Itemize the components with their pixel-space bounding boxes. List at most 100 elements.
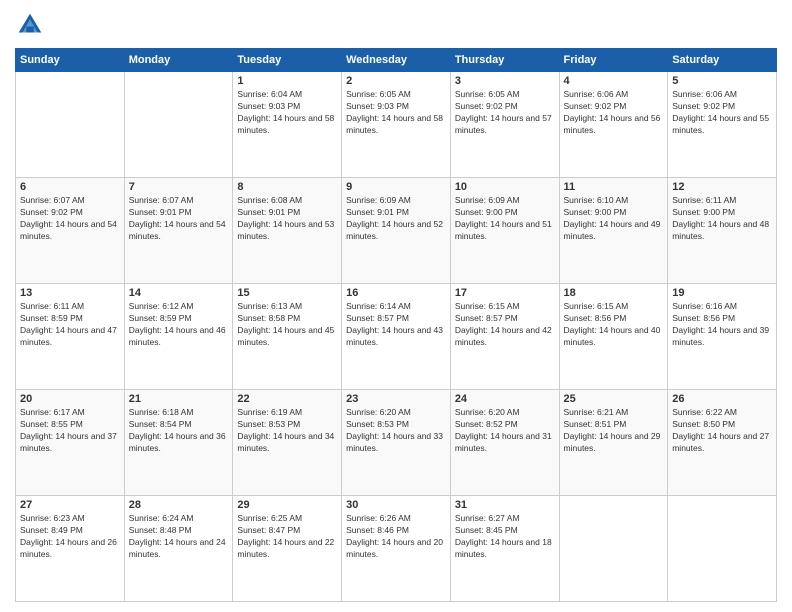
calendar-cell: 23 Sunrise: 6:20 AM Sunset: 8:53 PM Dayli… (342, 390, 451, 496)
calendar-cell: 25 Sunrise: 6:21 AM Sunset: 8:51 PM Dayli… (559, 390, 668, 496)
day-number: 15 (237, 287, 337, 299)
day-info: Sunrise: 6:21 AM Sunset: 8:51 PM Dayligh… (564, 407, 664, 455)
day-info: Sunrise: 6:16 AM Sunset: 8:56 PM Dayligh… (672, 301, 772, 349)
day-number: 22 (237, 393, 337, 405)
day-number: 11 (564, 181, 664, 193)
day-number: 6 (20, 181, 120, 193)
day-number: 17 (455, 287, 555, 299)
logo-icon (15, 10, 45, 40)
calendar-cell: 21 Sunrise: 6:18 AM Sunset: 8:54 PM Dayli… (124, 390, 233, 496)
calendar-cell: 4Sunrise: 6:06 AM Sunset: 9:02 PM Daylig… (559, 72, 668, 178)
calendar-header-row: SundayMondayTuesdayWednesdayThursdayFrid… (16, 49, 777, 72)
day-number: 7 (129, 181, 229, 193)
day-info: Sunrise: 6:08 AM Sunset: 9:01 PM Dayligh… (237, 195, 337, 243)
day-number: 8 (237, 181, 337, 193)
day-info: Sunrise: 6:15 AM Sunset: 8:57 PM Dayligh… (455, 301, 555, 349)
day-number: 12 (672, 181, 772, 193)
calendar-day-header: Monday (124, 49, 233, 72)
day-number: 20 (20, 393, 120, 405)
calendar-week-row: 13 Sunrise: 6:11 AM Sunset: 8:59 PM Dayli… (16, 284, 777, 390)
calendar-day-header: Thursday (450, 49, 559, 72)
calendar-day-header: Sunday (16, 49, 125, 72)
calendar-cell: 26 Sunrise: 6:22 AM Sunset: 8:50 PM Dayli… (668, 390, 777, 496)
day-number: 10 (455, 181, 555, 193)
day-info: Sunrise: 6:15 AM Sunset: 8:56 PM Dayligh… (564, 301, 664, 349)
day-info: Sunrise: 6:20 AM Sunset: 8:53 PM Dayligh… (346, 407, 446, 455)
day-number: 19 (672, 287, 772, 299)
calendar-cell: 18 Sunrise: 6:15 AM Sunset: 8:56 PM Dayli… (559, 284, 668, 390)
day-number: 29 (237, 499, 337, 511)
calendar-day-header: Wednesday (342, 49, 451, 72)
day-info: Sunrise: 6:11 AM Sunset: 9:00 PM Dayligh… (672, 195, 772, 243)
calendar-cell (559, 496, 668, 602)
calendar-cell: 16 Sunrise: 6:14 AM Sunset: 8:57 PM Dayli… (342, 284, 451, 390)
calendar-cell (124, 72, 233, 178)
day-info: Sunrise: 6:25 AM Sunset: 8:47 PM Dayligh… (237, 513, 337, 561)
day-info: Sunrise: 6:17 AM Sunset: 8:55 PM Dayligh… (20, 407, 120, 455)
calendar-cell: 11 Sunrise: 6:10 AM Sunset: 9:00 PM Dayli… (559, 178, 668, 284)
day-number: 1 (237, 75, 337, 87)
calendar-cell: 29 Sunrise: 6:25 AM Sunset: 8:47 PM Dayli… (233, 496, 342, 602)
day-info: Sunrise: 6:06 AM Sunset: 9:02 PM Dayligh… (672, 89, 772, 137)
calendar-week-row: 20 Sunrise: 6:17 AM Sunset: 8:55 PM Dayli… (16, 390, 777, 496)
day-info: Sunrise: 6:09 AM Sunset: 9:00 PM Dayligh… (455, 195, 555, 243)
day-info: Sunrise: 6:07 AM Sunset: 9:02 PM Dayligh… (20, 195, 120, 243)
calendar-week-row: 27Sunrise: 6:23 AM Sunset: 8:49 PM Dayli… (16, 496, 777, 602)
day-info: Sunrise: 6:27 AM Sunset: 8:45 PM Dayligh… (455, 513, 555, 561)
calendar-cell: 19 Sunrise: 6:16 AM Sunset: 8:56 PM Dayli… (668, 284, 777, 390)
calendar-cell: 22 Sunrise: 6:19 AM Sunset: 8:53 PM Dayli… (233, 390, 342, 496)
day-number: 25 (564, 393, 664, 405)
calendar-cell: 31 Sunrise: 6:27 AM Sunset: 8:45 PM Dayli… (450, 496, 559, 602)
day-info: Sunrise: 6:19 AM Sunset: 8:53 PM Dayligh… (237, 407, 337, 455)
calendar-cell: 17 Sunrise: 6:15 AM Sunset: 8:57 PM Dayli… (450, 284, 559, 390)
calendar-table: SundayMondayTuesdayWednesdayThursdayFrid… (15, 48, 777, 602)
day-number: 27 (20, 499, 120, 511)
calendar-cell: 6 Sunrise: 6:07 AM Sunset: 9:02 PM Daylig… (16, 178, 125, 284)
day-info: Sunrise: 6:05 AM Sunset: 9:03 PM Dayligh… (346, 89, 446, 137)
day-info: Sunrise: 6:13 AM Sunset: 8:58 PM Dayligh… (237, 301, 337, 349)
calendar-cell: 27Sunrise: 6:23 AM Sunset: 8:49 PM Dayli… (16, 496, 125, 602)
calendar-day-header: Friday (559, 49, 668, 72)
calendar-cell: 20 Sunrise: 6:17 AM Sunset: 8:55 PM Dayli… (16, 390, 125, 496)
day-number: 14 (129, 287, 229, 299)
calendar-cell: 5 Sunrise: 6:06 AM Sunset: 9:02 PM Daylig… (668, 72, 777, 178)
day-number: 30 (346, 499, 446, 511)
day-info: Sunrise: 6:12 AM Sunset: 8:59 PM Dayligh… (129, 301, 229, 349)
day-number: 21 (129, 393, 229, 405)
calendar-cell: 1Sunrise: 6:04 AM Sunset: 9:03 PM Daylig… (233, 72, 342, 178)
calendar-week-row: 6 Sunrise: 6:07 AM Sunset: 9:02 PM Daylig… (16, 178, 777, 284)
page: SundayMondayTuesdayWednesdayThursdayFrid… (0, 0, 792, 612)
day-number: 13 (20, 287, 120, 299)
day-info: Sunrise: 6:11 AM Sunset: 8:59 PM Dayligh… (20, 301, 120, 349)
day-number: 24 (455, 393, 555, 405)
day-info: Sunrise: 6:18 AM Sunset: 8:54 PM Dayligh… (129, 407, 229, 455)
logo (15, 10, 49, 40)
day-info: Sunrise: 6:22 AM Sunset: 8:50 PM Dayligh… (672, 407, 772, 455)
day-info: Sunrise: 6:26 AM Sunset: 8:46 PM Dayligh… (346, 513, 446, 561)
calendar-cell: 10 Sunrise: 6:09 AM Sunset: 9:00 PM Dayli… (450, 178, 559, 284)
calendar-cell: 7 Sunrise: 6:07 AM Sunset: 9:01 PM Daylig… (124, 178, 233, 284)
day-number: 28 (129, 499, 229, 511)
day-number: 5 (672, 75, 772, 87)
calendar-cell: 9Sunrise: 6:09 AM Sunset: 9:01 PM Daylig… (342, 178, 451, 284)
calendar-week-row: 1Sunrise: 6:04 AM Sunset: 9:03 PM Daylig… (16, 72, 777, 178)
calendar-cell: 15 Sunrise: 6:13 AM Sunset: 8:58 PM Dayli… (233, 284, 342, 390)
calendar-cell: 14 Sunrise: 6:12 AM Sunset: 8:59 PM Dayli… (124, 284, 233, 390)
day-number: 16 (346, 287, 446, 299)
day-number: 23 (346, 393, 446, 405)
day-number: 26 (672, 393, 772, 405)
calendar-cell: 24Sunrise: 6:20 AM Sunset: 8:52 PM Dayli… (450, 390, 559, 496)
day-info: Sunrise: 6:07 AM Sunset: 9:01 PM Dayligh… (129, 195, 229, 243)
day-number: 18 (564, 287, 664, 299)
day-info: Sunrise: 6:14 AM Sunset: 8:57 PM Dayligh… (346, 301, 446, 349)
day-number: 4 (564, 75, 664, 87)
calendar-day-header: Tuesday (233, 49, 342, 72)
calendar-day-header: Saturday (668, 49, 777, 72)
calendar-cell: 2 Sunrise: 6:05 AM Sunset: 9:03 PM Daylig… (342, 72, 451, 178)
day-info: Sunrise: 6:24 AM Sunset: 8:48 PM Dayligh… (129, 513, 229, 561)
day-number: 31 (455, 499, 555, 511)
day-info: Sunrise: 6:10 AM Sunset: 9:00 PM Dayligh… (564, 195, 664, 243)
day-info: Sunrise: 6:05 AM Sunset: 9:02 PM Dayligh… (455, 89, 555, 137)
calendar-cell: 8 Sunrise: 6:08 AM Sunset: 9:01 PM Daylig… (233, 178, 342, 284)
day-number: 2 (346, 75, 446, 87)
